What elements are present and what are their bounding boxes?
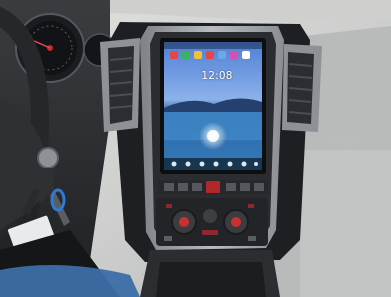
dock-icons[interactable]	[164, 158, 262, 170]
status-bar-icons	[164, 42, 262, 49]
head-unit-screen[interactable]	[160, 38, 266, 174]
hazard-button-strip[interactable]	[158, 180, 268, 194]
screen-clock: 12:08	[201, 70, 233, 82]
brand-badge: opc	[333, 133, 362, 151]
hazard-button	[206, 181, 220, 193]
fan-knob	[203, 209, 217, 223]
car-dashboard-photo: 12:08 opc	[0, 0, 391, 297]
climate-controls[interactable]	[156, 198, 268, 246]
